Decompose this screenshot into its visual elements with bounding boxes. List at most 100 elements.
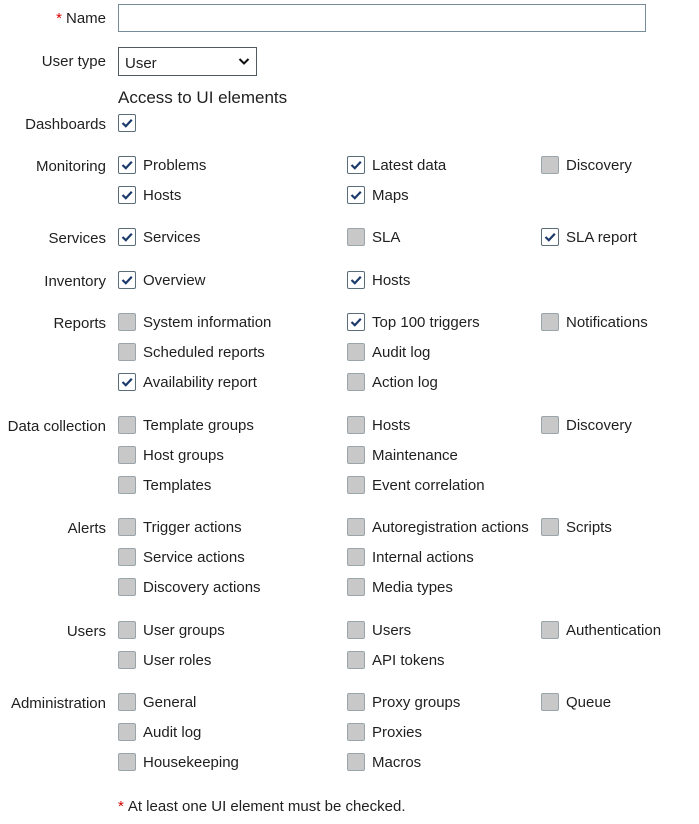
checkbox-unchecked[interactable] [118,693,136,711]
checkbox-unchecked[interactable] [541,156,559,174]
checkbox-discovery[interactable]: Discovery [541,416,632,434]
checkbox-unchecked[interactable] [118,518,136,536]
checkbox-latest-data[interactable]: Latest data [347,156,446,174]
checkbox-api-tokens[interactable]: API tokens [347,651,445,669]
checkbox-service-actions[interactable]: Service actions [118,548,245,566]
checkbox-autoregistration-actions[interactable]: Autoregistration actions [347,518,529,536]
checkbox-proxies[interactable]: Proxies [347,723,422,741]
checkbox-label: Latest data [372,156,447,174]
checkbox-dashboards[interactable] [118,114,143,132]
checkbox-unchecked[interactable] [541,313,559,331]
checkbox-template-groups[interactable]: Template groups [118,416,254,434]
checkbox-problems[interactable]: Problems [118,156,206,174]
checkbox-user-groups[interactable]: User groups [118,621,225,639]
checkbox-label: User roles [143,651,212,669]
checkbox-macros[interactable]: Macros [347,753,421,771]
checkbox-checked[interactable] [118,271,136,289]
checkbox-checked[interactable] [118,228,136,246]
checkbox-discovery-actions[interactable]: Discovery actions [118,578,261,596]
checkbox-label: Problems [143,156,207,174]
checkbox-hosts[interactable]: Hosts [347,271,410,289]
checkbox-authentication[interactable]: Authentication [541,621,661,639]
checkbox-unchecked[interactable] [118,416,136,434]
checkbox-discovery[interactable]: Discovery [541,156,632,174]
checkbox-unchecked[interactable] [347,548,365,566]
checkbox-maps[interactable]: Maps [347,186,409,204]
checkbox-checked[interactable] [347,156,365,174]
checkbox-host-groups[interactable]: Host groups [118,446,224,464]
checkbox-unchecked[interactable] [347,416,365,434]
checkbox-audit-log[interactable]: Audit log [118,723,201,741]
checkbox-unchecked[interactable] [347,693,365,711]
checkbox-unchecked[interactable] [118,621,136,639]
checkbox-checked[interactable] [118,114,136,132]
user-type-select[interactable]: User [118,47,257,76]
checkbox-hosts[interactable]: Hosts [118,186,181,204]
checkbox-unchecked[interactable] [347,476,365,494]
checkbox-checked[interactable] [118,156,136,174]
checkbox-checked[interactable] [118,186,136,204]
checkbox-trigger-actions[interactable]: Trigger actions [118,518,242,536]
checkbox-unchecked[interactable] [118,446,136,464]
checkbox-hosts[interactable]: Hosts [347,416,410,434]
checkbox-audit-log[interactable]: Audit log [347,343,430,361]
checkbox-unchecked[interactable] [118,651,136,669]
checkbox-users[interactable]: Users [347,621,411,639]
checkbox-services[interactable]: Services [118,228,201,246]
checkbox-unchecked[interactable] [347,446,365,464]
checkbox-label: Macros [372,753,422,771]
checkbox-label: Internal actions [372,548,474,566]
checkbox-event-correlation[interactable]: Event correlation [347,476,485,494]
checkbox-media-types[interactable]: Media types [347,578,453,596]
checkbox-unchecked[interactable] [118,476,136,494]
checkbox-checked[interactable] [347,271,365,289]
checkbox-internal-actions[interactable]: Internal actions [347,548,474,566]
checkbox-housekeeping[interactable]: Housekeeping [118,753,239,771]
checkbox-sla-report[interactable]: SLA report [541,228,637,246]
checkbox-unchecked[interactable] [347,343,365,361]
checkbox-queue[interactable]: Queue [541,693,611,711]
checkbox-availability-report[interactable]: Availability report [118,373,257,391]
checkbox-system-information[interactable]: System information [118,313,271,331]
checkbox-checked[interactable] [347,313,365,331]
checkbox-unchecked[interactable] [118,578,136,596]
checkbox-unchecked[interactable] [347,373,365,391]
checkbox-general[interactable]: General [118,693,196,711]
checkbox-label: Hosts [143,186,182,204]
checkbox-unchecked[interactable] [118,548,136,566]
checkbox-unchecked[interactable] [347,723,365,741]
checkbox-unchecked[interactable] [118,753,136,771]
checkbox-checked[interactable] [118,373,136,391]
checkbox-user-roles[interactable]: User roles [118,651,211,669]
checkbox-unchecked[interactable] [347,753,365,771]
checkbox-unchecked[interactable] [347,651,365,669]
checkbox-unchecked[interactable] [118,313,136,331]
checkbox-maintenance[interactable]: Maintenance [347,446,458,464]
checkbox-unchecked[interactable] [541,693,559,711]
checkbox-checked[interactable] [541,228,559,246]
name-input[interactable] [118,4,646,32]
checkbox-proxy-groups[interactable]: Proxy groups [347,693,460,711]
checkbox-scheduled-reports[interactable]: Scheduled reports [118,343,265,361]
checkbox-top-100-triggers[interactable]: Top 100 triggers [347,313,480,331]
checkbox-label: Top 100 triggers [372,313,480,331]
chevron-down-icon [238,58,250,65]
checkbox-unchecked[interactable] [347,228,365,246]
checkbox-unchecked[interactable] [541,518,559,536]
checkbox-checked[interactable] [347,186,365,204]
checkbox-unchecked[interactable] [118,343,136,361]
checkbox-action-log[interactable]: Action log [347,373,438,391]
checkbox-unchecked[interactable] [541,621,559,639]
checkbox-unchecked[interactable] [347,578,365,596]
checkbox-unchecked[interactable] [347,621,365,639]
required-mark: * [56,10,62,27]
checkbox-sla[interactable]: SLA [347,228,400,246]
checkbox-label: Authentication [566,621,662,639]
checkbox-unchecked[interactable] [541,416,559,434]
checkbox-unchecked[interactable] [118,723,136,741]
checkbox-scripts[interactable]: Scripts [541,518,612,536]
checkbox-overview[interactable]: Overview [118,271,206,289]
checkbox-notifications[interactable]: Notifications [541,313,648,331]
checkbox-unchecked[interactable] [347,518,365,536]
checkbox-templates[interactable]: Templates [118,476,211,494]
